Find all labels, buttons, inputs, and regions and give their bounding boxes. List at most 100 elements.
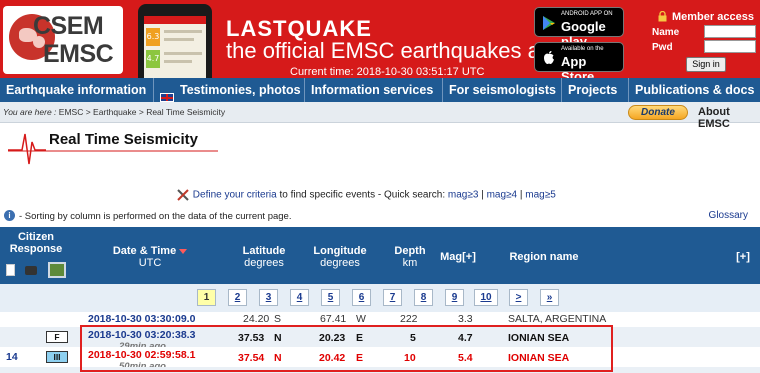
datetime-label: Date & Time	[112, 245, 177, 257]
criteria-text: to find specific events - Quick search:	[279, 189, 446, 201]
criteria-sep: |	[481, 189, 484, 201]
title-underline	[8, 150, 218, 152]
mag-label: Mag[+]	[440, 251, 476, 263]
intensity-badge[interactable]: F	[46, 331, 68, 343]
app-subtitle[interactable]: the official EMSC earthquakes app	[226, 38, 564, 64]
nav-testimonies-photos[interactable]: Testimonies, photos	[174, 78, 305, 102]
next-page-button[interactable]: >	[509, 289, 528, 306]
google-play-icon	[543, 16, 555, 30]
seismogram-icon	[8, 133, 46, 165]
nav-projects[interactable]: Projects	[562, 78, 629, 102]
nav-earthquake-information[interactable]: Earthquake information	[0, 78, 154, 102]
event-lon-dir: W	[356, 313, 366, 325]
main-nav: Earthquake information Testimonies, phot…	[0, 78, 760, 102]
page-7[interactable]: 7	[383, 289, 402, 306]
event-lat: 24.20	[243, 313, 270, 325]
mag-header[interactable]: Mag[+]	[440, 251, 476, 263]
page-9[interactable]: 9	[445, 289, 464, 306]
uk-flag-icon[interactable]	[160, 93, 174, 102]
event-lon: 67.41	[320, 313, 347, 325]
quick-search-mag5[interactable]: mag≥5	[525, 190, 556, 201]
nav-publications-docs[interactable]: Publications & docs	[629, 78, 760, 102]
password-field[interactable]	[704, 40, 756, 53]
lock-icon	[658, 11, 667, 22]
name-field[interactable]	[704, 25, 756, 38]
tools-icon	[177, 189, 189, 201]
phone-badge-1: 6.3	[146, 28, 160, 46]
testimony-count[interactable]: 14	[6, 351, 18, 363]
page-title: Real Time Seismicity	[49, 131, 198, 148]
page-5[interactable]: 5	[321, 289, 340, 306]
last-page-button[interactable]: »	[540, 289, 559, 306]
define-criteria-link[interactable]: Define your criteria	[193, 190, 277, 201]
page-2[interactable]: 2	[228, 289, 247, 306]
info-row: i - Sorting by column is performed on th…	[4, 210, 756, 224]
google-play-button[interactable]: ANDROID APP ON Google play	[534, 7, 624, 49]
latitude-header[interactable]: Latitude degrees	[236, 245, 292, 269]
phone-image: 6.3 4.7	[138, 4, 212, 78]
intensity-badge[interactable]: III	[46, 351, 68, 363]
nav-information-services[interactable]: Information services	[305, 78, 443, 102]
donate-button[interactable]: Donate	[628, 105, 688, 120]
about-emsc-link[interactable]: About EMSC	[698, 106, 760, 130]
info-icon: i	[4, 210, 15, 221]
page-10[interactable]: 10	[474, 289, 498, 306]
page-3[interactable]: 3	[259, 289, 278, 306]
sign-in-button[interactable]: Sign in	[686, 57, 726, 72]
pagination: 1 2 3 4 5 6 7 8 9 10 > »	[0, 284, 760, 312]
criteria-sep: |	[519, 189, 523, 201]
emsc-logo[interactable]: CSEM EMSC	[3, 6, 123, 74]
google-play-small: ANDROID APP ON	[561, 11, 613, 17]
breadcrumb-path[interactable]: EMSC > Earthquake > Real Time Seismicity	[59, 107, 225, 117]
depth-label: Depth	[394, 245, 426, 257]
nav-for-seismologists[interactable]: For seismologists	[443, 78, 562, 102]
member-access-panel: Member access Name Pwd Sign in	[652, 4, 760, 78]
criteria-line: Define your criteria to find specific ev…	[176, 189, 556, 201]
breadcrumb-prefix: You are here :	[3, 107, 57, 117]
event-depth: 222	[400, 313, 418, 325]
latitude-unit: degrees	[244, 257, 284, 269]
page-4[interactable]: 4	[290, 289, 309, 306]
phone-screen: 6.3 4.7	[144, 16, 206, 78]
phone-screen-bar	[144, 16, 206, 24]
depth-header[interactable]: Depth km	[388, 245, 432, 269]
page-1[interactable]: 1	[197, 289, 216, 306]
sort-desc-icon	[179, 248, 188, 254]
app-store-button[interactable]: Available on the App Store	[534, 42, 624, 84]
event-lat-dir: S	[274, 313, 282, 325]
camera-icon[interactable]	[25, 266, 37, 275]
phone-line	[164, 60, 192, 63]
citizen-response-header: Citizen Response	[2, 231, 70, 255]
event-region: SALTA, ARGENTINA	[508, 313, 607, 325]
region-header[interactable]: Region name	[496, 251, 592, 263]
breadcrumb-bar: You are here : EMSC > Earthquake > Real …	[0, 102, 760, 130]
response-label: Response	[9, 243, 63, 255]
citizen-label: Citizen	[17, 231, 55, 243]
logo-line2: EMSC	[43, 40, 114, 68]
pwd-label: Pwd	[652, 42, 673, 53]
expand-label: [+]	[736, 251, 750, 263]
quick-search-mag3[interactable]: mag≥3	[448, 190, 479, 201]
longitude-label: Longitude	[313, 245, 367, 257]
top-banner: CSEM EMSC 6.3 4.7 LASTQUAKE the official…	[0, 0, 760, 84]
quick-search-mag4[interactable]: mag≥4	[487, 190, 518, 201]
phone-line	[164, 30, 202, 33]
event-mag: 3.3	[458, 313, 473, 325]
longitude-header[interactable]: Longitude degrees	[310, 245, 370, 269]
phone-line	[164, 52, 202, 55]
logo-line1: CSEM	[33, 12, 104, 40]
apple-icon	[544, 51, 554, 64]
datetime-unit: UTC	[138, 257, 162, 269]
datetime-header[interactable]: Date & Time UTC	[100, 245, 200, 269]
phone-line	[164, 38, 194, 41]
map-icon[interactable]	[48, 262, 66, 278]
event-datetime[interactable]: 2018-10-30 03:30:09.0	[88, 313, 195, 325]
latitude-label: Latitude	[242, 245, 286, 257]
sorting-note: - Sorting by column is performed on the …	[19, 211, 292, 222]
document-icon[interactable]	[6, 264, 15, 276]
page-6[interactable]: 6	[352, 289, 371, 306]
highlight-box	[80, 325, 613, 372]
glossary-link[interactable]: Glossary	[709, 210, 748, 221]
page-8[interactable]: 8	[414, 289, 433, 306]
expand-columns-button[interactable]: [+]	[728, 251, 758, 263]
